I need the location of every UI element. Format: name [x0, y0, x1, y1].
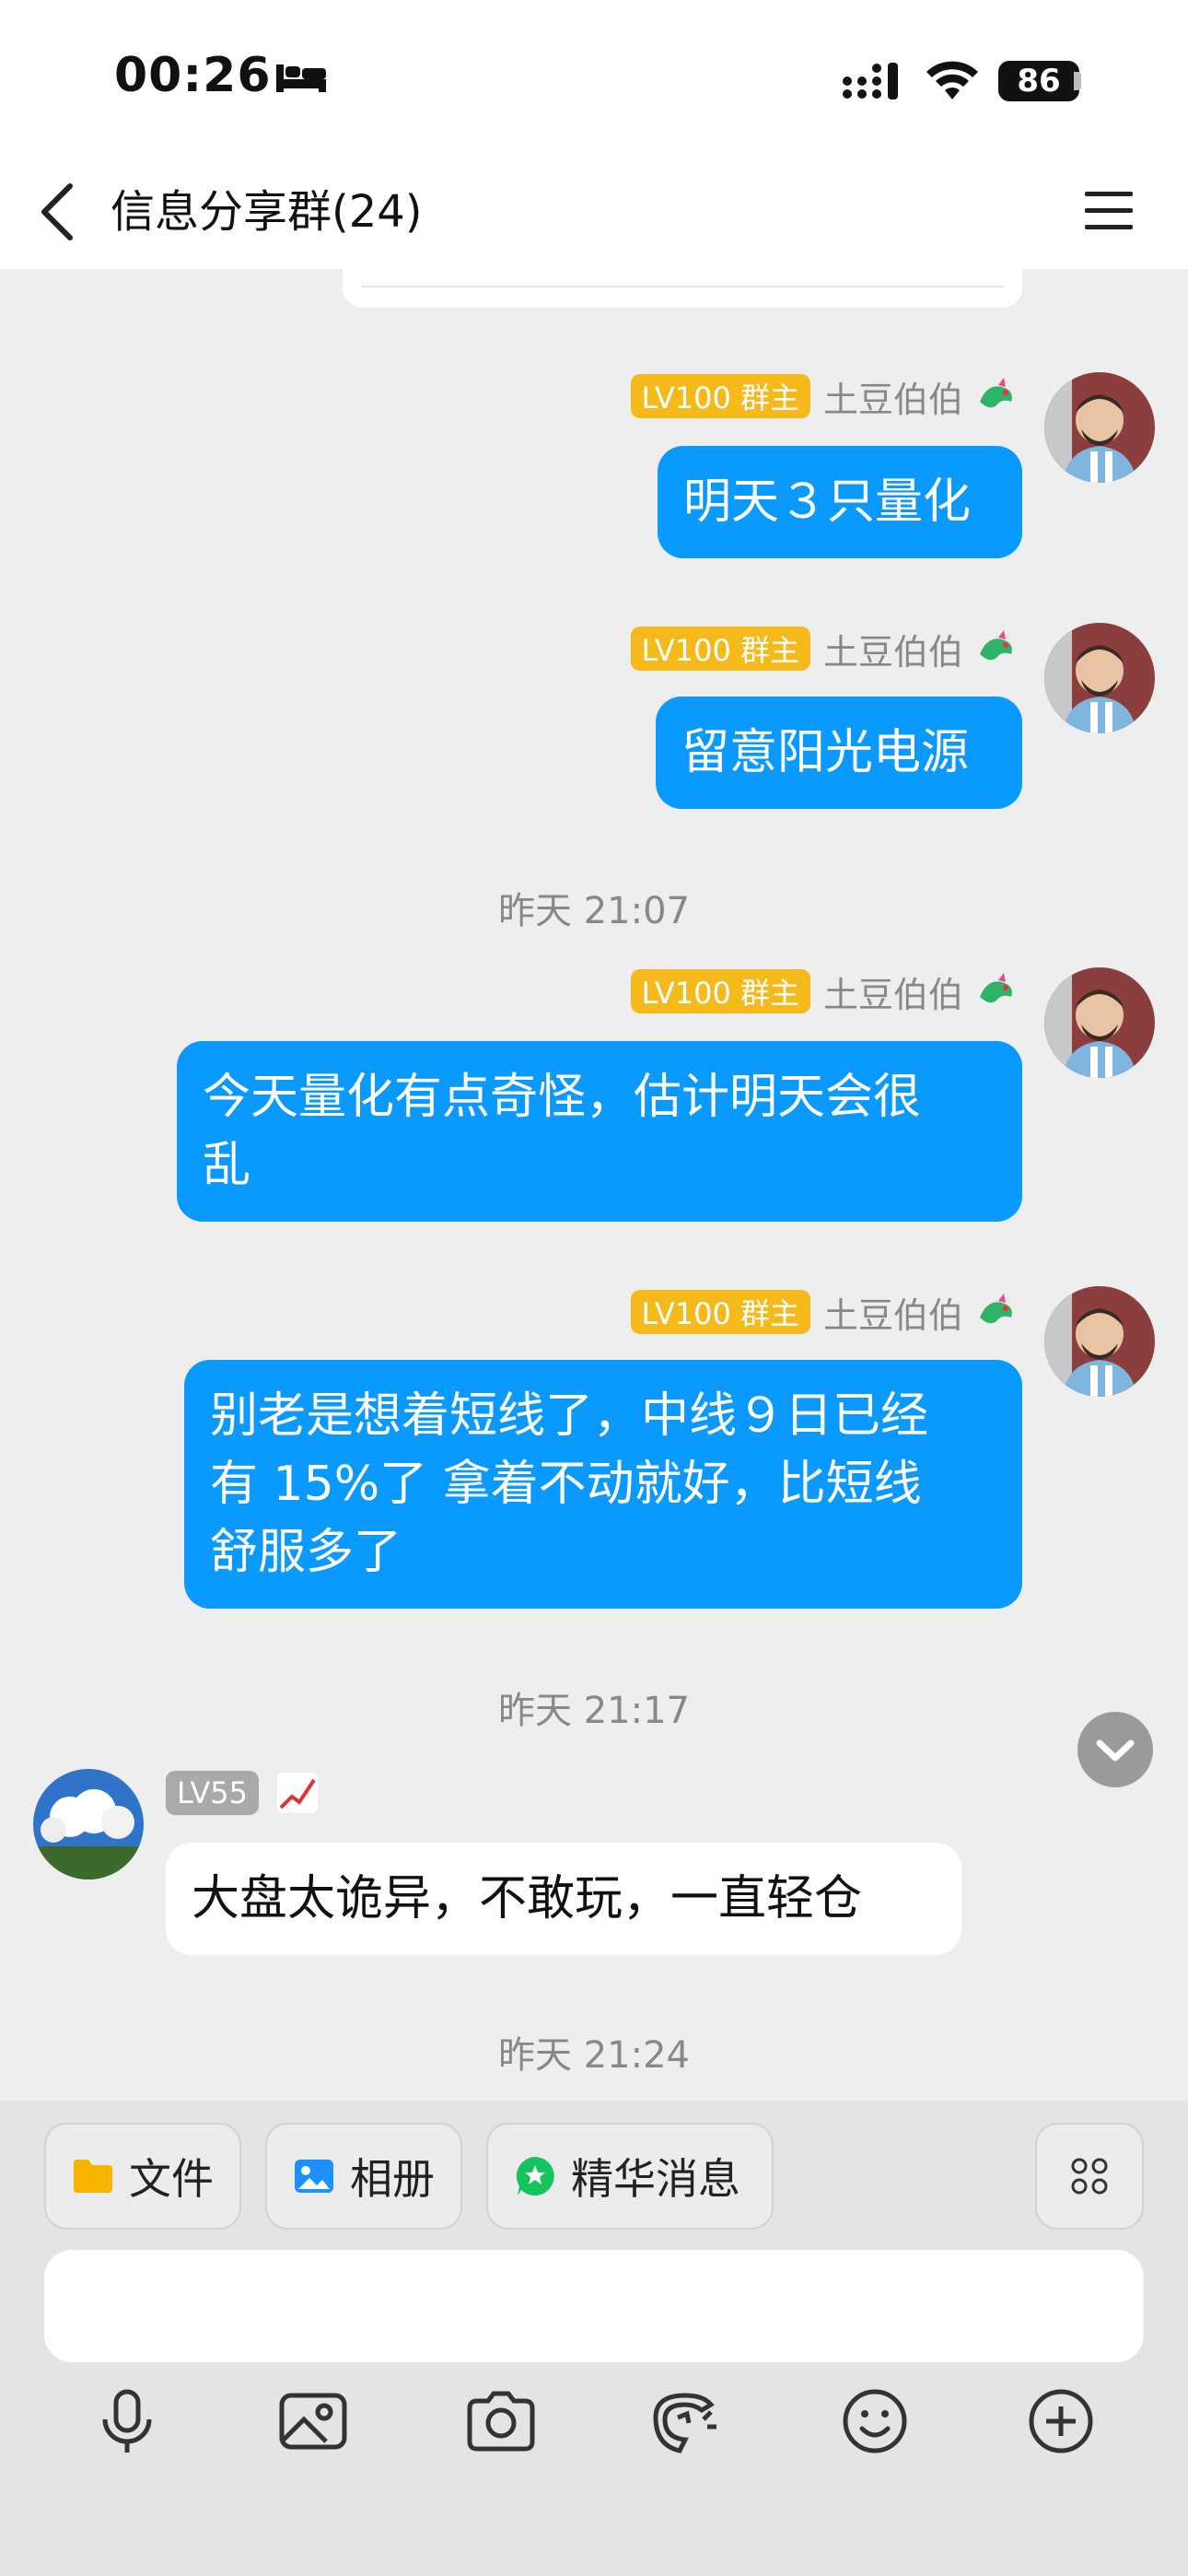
message-meta: LV100 群主 土豆伯伯: [589, 967, 1019, 1015]
status-time: 00:26: [114, 48, 272, 103]
grid-icon: [1071, 2158, 1108, 2195]
back-chevron-icon[interactable]: [33, 179, 83, 245]
timestamp: 昨天 21:17: [498, 1690, 690, 1732]
message-meta: LV100 群主 土豆伯伯: [589, 625, 1019, 673]
avatar[interactable]: [1044, 372, 1155, 483]
message-meta: LV100 群主 土豆伯伯: [589, 1288, 1019, 1336]
wifi-icon: [926, 61, 978, 100]
essence-messages-chip[interactable]: 精华消息: [486, 2123, 774, 2230]
message-input[interactable]: [44, 2250, 1144, 2362]
level-badge: LV55: [166, 1771, 259, 1815]
battery-indicator: 86: [998, 61, 1079, 101]
folder-icon: [74, 2160, 112, 2193]
menu-icon[interactable]: [1083, 188, 1135, 234]
input-panel: 文件 相册 精华消息: [0, 2101, 1188, 2576]
sender-name[interactable]: 土豆伯伯: [823, 624, 963, 674]
chevron-down-icon: [1096, 1739, 1135, 1762]
bed-icon: [276, 64, 326, 92]
files-chip-label: 文件: [129, 2154, 214, 2204]
avatar-sky-icon: [33, 1769, 144, 1879]
message-bubble[interactable]: 明天３只量化: [658, 446, 1022, 558]
dragon-emoji-icon: [980, 378, 1012, 408]
message-line: 有 15%了 拿着不动就好，比短线: [210, 1457, 922, 1512]
chat-message-list[interactable]: LV100 群主 土豆伯伯 明天３只量化 LV100 群主 土豆伯伯 留意阳光电…: [0, 269, 1188, 2101]
camera-icon[interactable]: [462, 2383, 540, 2460]
message-line: 舒服多了: [210, 1525, 402, 1580]
dragon-emoji-icon: [980, 1294, 1012, 1324]
scroll-to-bottom-button[interactable]: [1077, 1712, 1153, 1787]
avatar-figure-icon: [1044, 967, 1155, 1078]
level-badge: LV100 群主: [630, 374, 810, 418]
chat-header: 信息分享群(24): [0, 157, 1188, 269]
level-badge: LV100 群主: [630, 1290, 810, 1334]
more-apps-button[interactable]: [1035, 2123, 1144, 2230]
photo-icon: [295, 2160, 333, 2193]
sender-name[interactable]: 土豆伯伯: [823, 1287, 963, 1338]
chat-title: 信息分享群(24): [111, 186, 423, 238]
message-line: 乱: [203, 1138, 251, 1193]
sender-name[interactable]: 土豆伯伯: [823, 371, 963, 422]
plus-icon[interactable]: [1022, 2383, 1100, 2460]
message-bubble[interactable]: 留意阳光电源: [656, 697, 1022, 809]
album-chip-label: 相册: [350, 2154, 435, 2204]
sender-name[interactable]: 土豆伯伯: [823, 966, 963, 1017]
essence-chip-label: 精华消息: [571, 2154, 740, 2204]
battery-tip: [1074, 72, 1081, 90]
emoji-icon[interactable]: [836, 2383, 914, 2460]
message-line: 今天量化有点奇怪，估计明天会很: [203, 1070, 922, 1125]
avatar[interactable]: [33, 1769, 144, 1879]
sticker-icon[interactable]: [646, 2383, 724, 2460]
message-meta: LV100 群主 土豆伯伯: [589, 372, 1019, 420]
chart-increasing-emoji-icon: [276, 1773, 318, 1813]
image-icon[interactable]: [274, 2383, 352, 2460]
card-divider: [361, 286, 1004, 287]
message-bubble[interactable]: 大盘太诡异，不敢玩，一直轻仓: [166, 1843, 961, 1955]
message-line: 别老是想着短线了，中线９日已经: [210, 1388, 929, 1444]
message-meta: LV55: [166, 1769, 332, 1817]
mic-icon[interactable]: [88, 2383, 166, 2460]
star-bubble-icon: [516, 2157, 554, 2195]
dragon-emoji-icon: [980, 973, 1012, 1003]
avatar[interactable]: [1044, 1286, 1155, 1397]
avatar[interactable]: [1044, 623, 1155, 733]
battery-level: 86: [1017, 63, 1061, 100]
level-badge: LV100 群主: [630, 626, 810, 671]
timestamp: 昨天 21:24: [498, 2034, 690, 2077]
avatar-figure-icon: [1044, 623, 1155, 733]
files-chip[interactable]: 文件: [44, 2123, 241, 2230]
album-chip[interactable]: 相册: [265, 2123, 462, 2230]
cellular-signal-icon: [843, 63, 898, 100]
level-badge: LV100 群主: [630, 969, 810, 1013]
status-bar: 00:26 86: [0, 0, 1188, 157]
dragon-emoji-icon: [980, 630, 1012, 661]
avatar-figure-icon: [1044, 1286, 1155, 1397]
avatar[interactable]: [1044, 967, 1155, 1078]
message-bubble[interactable]: 今天量化有点奇怪，估计明天会很 乱: [177, 1041, 1022, 1222]
message-bubble[interactable]: 别老是想着短线了，中线９日已经 有 15%了 拿着不动就好，比短线 舒服多了: [184, 1360, 1022, 1609]
previous-message-card[interactable]: [343, 269, 1022, 308]
timestamp: 昨天 21:07: [498, 890, 690, 932]
avatar-figure-icon: [1044, 372, 1155, 483]
